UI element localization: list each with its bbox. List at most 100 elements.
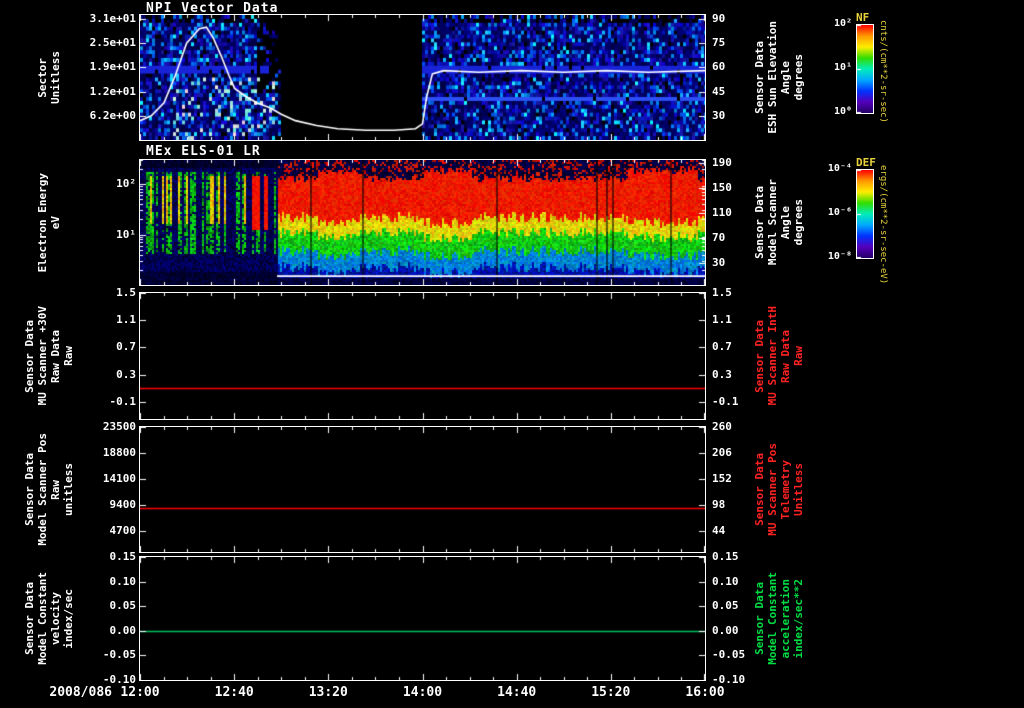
els-spectrogram-left-tick-label: 10¹: [116, 227, 136, 241]
npi-vector-left-tick-label: 2.5e+01: [89, 36, 136, 50]
els-spectrogram-right-tick-label: 190: [712, 156, 732, 170]
model-constant-velocity-right-tick-label: 0.00: [712, 623, 739, 637]
els-spectrogram-right-tick-label: 150: [712, 181, 732, 195]
mu-scanner-30v-left-tick-label: 0.3: [116, 367, 136, 381]
mu-scanner-30v-right-tick-label: 1.1: [712, 313, 732, 327]
panel-title-els: MEx ELS-01 LR: [146, 144, 261, 159]
x-axis-tick-label: 14:40: [497, 685, 537, 700]
mu-scanner-30v-right-axis-label-line: Sensor Data: [753, 319, 766, 393]
colorbar-nf-tick-label: 10⁰: [833, 106, 852, 117]
x-axis-tick-label: 16:00: [685, 685, 725, 700]
npi-vector-right-tick-label: 30: [712, 108, 726, 122]
npi-vector-left-tick-label: 1.2e+01: [89, 84, 136, 98]
model-constant-velocity-left-axis-label-line: Sensor Data: [23, 582, 36, 655]
model-scanner-pos-plot-canvas: [139, 426, 706, 553]
mu-scanner-30v-right-axis-label-line: Raw: [792, 346, 805, 366]
model-constant-velocity-right-axis-label-line: index/sec**2: [792, 578, 805, 659]
mu-scanner-30v-right-tick-label: 1.5: [712, 286, 732, 299]
colorbar-nf-gradient: [856, 24, 874, 114]
model-constant-velocity-left-tick-label: 0.10: [109, 574, 137, 588]
npi-vector-right-axis-label-line: ESH Sun Elevation: [766, 21, 779, 134]
model-constant-velocity-left-tick-label: -0.05: [102, 648, 136, 662]
model-scanner-pos-right-axis-label-line: Sensor Data: [753, 453, 766, 526]
colorbar-unit-text: cnts/(cm**2-sr-sec): [878, 20, 888, 123]
colorbar-def-unit-label: ergs/(cm**2-sr-sec-eV): [878, 165, 888, 285]
colorbar-def-tick-label: 10⁻⁸: [827, 251, 852, 262]
model-scanner-pos-left-tick-label: 9400: [109, 498, 137, 512]
els-spectrogram-right-tick-label: 110: [712, 206, 732, 220]
npi-vector-right-axis-label-line: Angle: [779, 60, 792, 95]
colorbar-nf-tick-label: 10¹: [833, 62, 852, 73]
colorbar-nf-tick-label: 10²: [833, 18, 852, 29]
model-scanner-pos-left-tick-label: 4700: [109, 524, 137, 538]
model-scanner-pos-right-axis-label-line: Unitless: [792, 463, 805, 516]
model-constant-velocity-left-axis-label: Sensor Data Model Constant velocity index/s…: [20, 557, 78, 680]
npi-vector-left-axis-label: Sector Unitless: [20, 15, 78, 140]
model-scanner-pos-right-tick-label: 44: [712, 524, 726, 538]
colorbar-def-gradient: [856, 169, 874, 259]
model-constant-velocity-right-axis-label-line: acceleration: [779, 578, 792, 659]
els-spectrogram-right-tick-label: 70: [712, 231, 726, 245]
mu-scanner-30v-right-tick-label: 0.3: [712, 367, 732, 381]
model-constant-velocity-right-tick-label: 0.10: [712, 574, 739, 588]
model-scanner-pos-left-tick-label: 18800: [102, 446, 136, 460]
mu-scanner-30v-left-tick-label: 0.7: [116, 340, 136, 354]
npi-vector-right-tick-label: 45: [712, 84, 726, 98]
model-scanner-pos-left-axis-label-line: Model Scanner Pos: [36, 433, 49, 546]
model-constant-velocity-right-tick-label: -0.05: [712, 648, 746, 662]
model-constant-velocity-right-axis-label-line: Model Constant: [766, 572, 779, 665]
colorbar-def-tick-label: 10⁻⁶: [827, 207, 852, 218]
x-axis-tick-label: 13:20: [308, 685, 348, 700]
npi-vector-right-axis-label: Sensor Data ESH Sun Elevation Angle degrees: [750, 15, 808, 140]
model-constant-velocity-left-tick-label: 0.15: [109, 550, 137, 563]
npi-vector-left-tick-label: 3.1e+01: [89, 11, 136, 25]
els-spectrogram-left-axis-label: Electron Energy eV: [20, 160, 78, 285]
model-constant-velocity-left-axis-label-line: velocity: [49, 592, 62, 645]
els-spectrogram-plot-canvas: [139, 159, 706, 286]
model-scanner-pos-right-tick-label: 260: [712, 420, 732, 433]
npi-vector-right-axis-label-line: degrees: [792, 54, 805, 101]
mu-scanner-30v-left-axis-label-line: Raw Data: [49, 329, 62, 383]
model-constant-velocity-right-axis-label-line: Sensor Data: [753, 582, 766, 655]
mu-scanner-30v-right-tick-label: -0.1: [712, 394, 739, 408]
colorbar-nf-unit-label: cnts/(cm**2-sr-sec): [878, 20, 888, 138]
colorbar-def-tick-label: 10⁻⁴: [827, 163, 852, 174]
mu-scanner-30v-left-axis-label: Sensor Data MU Scanner +30V Raw Data Raw: [20, 293, 78, 419]
npi-vector-left-tick-label: 6.2e+00: [89, 108, 136, 122]
els-spectrogram-right-tick-label: 30: [712, 256, 726, 270]
model-scanner-pos-left-axis-label-line: Raw: [49, 479, 62, 500]
mu-scanner-30v-right-axis-label: Sensor Data MU Scanner IntH Raw Data Raw: [750, 293, 808, 419]
model-scanner-pos-left-axis-label-line: unitless: [62, 463, 75, 516]
npi-vector-right-tick-label: 60: [712, 60, 726, 74]
x-axis-tick-label: 15:20: [591, 685, 631, 700]
mu-scanner-30v-plot-canvas: [139, 292, 706, 420]
model-constant-velocity-right-axis-label: Sensor Data Model Constant acceleration ind…: [750, 557, 808, 680]
els-spectrogram-right-axis-label-line: Sensor Data: [753, 186, 766, 259]
npi-vector-right-axis-label-line: Sensor Data: [753, 41, 766, 114]
model-scanner-pos-left-axis-label: Sensor Data Model Scanner Pos Raw unitless: [20, 427, 78, 552]
model-constant-velocity-left-tick-label: 0.05: [109, 599, 137, 613]
mu-scanner-30v-left-axis-label-line: MU Scanner +30V: [36, 306, 49, 406]
model-constant-velocity-left-axis-label-line: index/sec: [62, 588, 75, 649]
els-spectrogram-left-axis-label-line: Electron Energy: [36, 172, 49, 273]
mu-scanner-30v-right-axis-label-line: MU Scanner IntH: [766, 306, 779, 406]
model-scanner-pos-right-tick-label: 206: [712, 446, 732, 460]
mu-scanner-30v-left-tick-label: -0.1: [109, 394, 137, 408]
mu-scanner-30v-left-tick-label: 1.1: [116, 313, 136, 327]
els-spectrogram-left-axis-label-line: eV: [49, 215, 62, 230]
els-spectrogram-right-axis-label: Sensor Data Model Scanner Angle degrees: [750, 160, 808, 285]
mu-scanner-30v-left-axis-label-line: Raw: [62, 346, 75, 366]
colorbar-unit-text: ergs/(cm**2-sr-sec-eV): [878, 165, 888, 285]
colorbar-name-def: DEF: [856, 156, 876, 169]
model-constant-velocity-left-tick-label: 0.00: [109, 623, 137, 637]
npi-vector-right-tick-label: 90: [712, 12, 726, 26]
els-spectrogram-right-axis-label-line: degrees: [792, 199, 805, 246]
date-label: 2008/086: [49, 685, 112, 700]
mu-scanner-30v-right-tick-label: 0.7: [712, 340, 732, 354]
model-scanner-pos-left-tick-label: 14100: [102, 472, 136, 486]
model-constant-velocity-left-axis-label-line: Model Constant: [36, 572, 49, 665]
x-axis-tick-label: 12:00: [120, 685, 160, 700]
model-scanner-pos-right-tick-label: 98: [712, 498, 726, 512]
model-scanner-pos-left-axis-label-line: Sensor Data: [23, 453, 36, 526]
els-spectrogram-right-axis-label-line: Angle: [779, 205, 792, 240]
